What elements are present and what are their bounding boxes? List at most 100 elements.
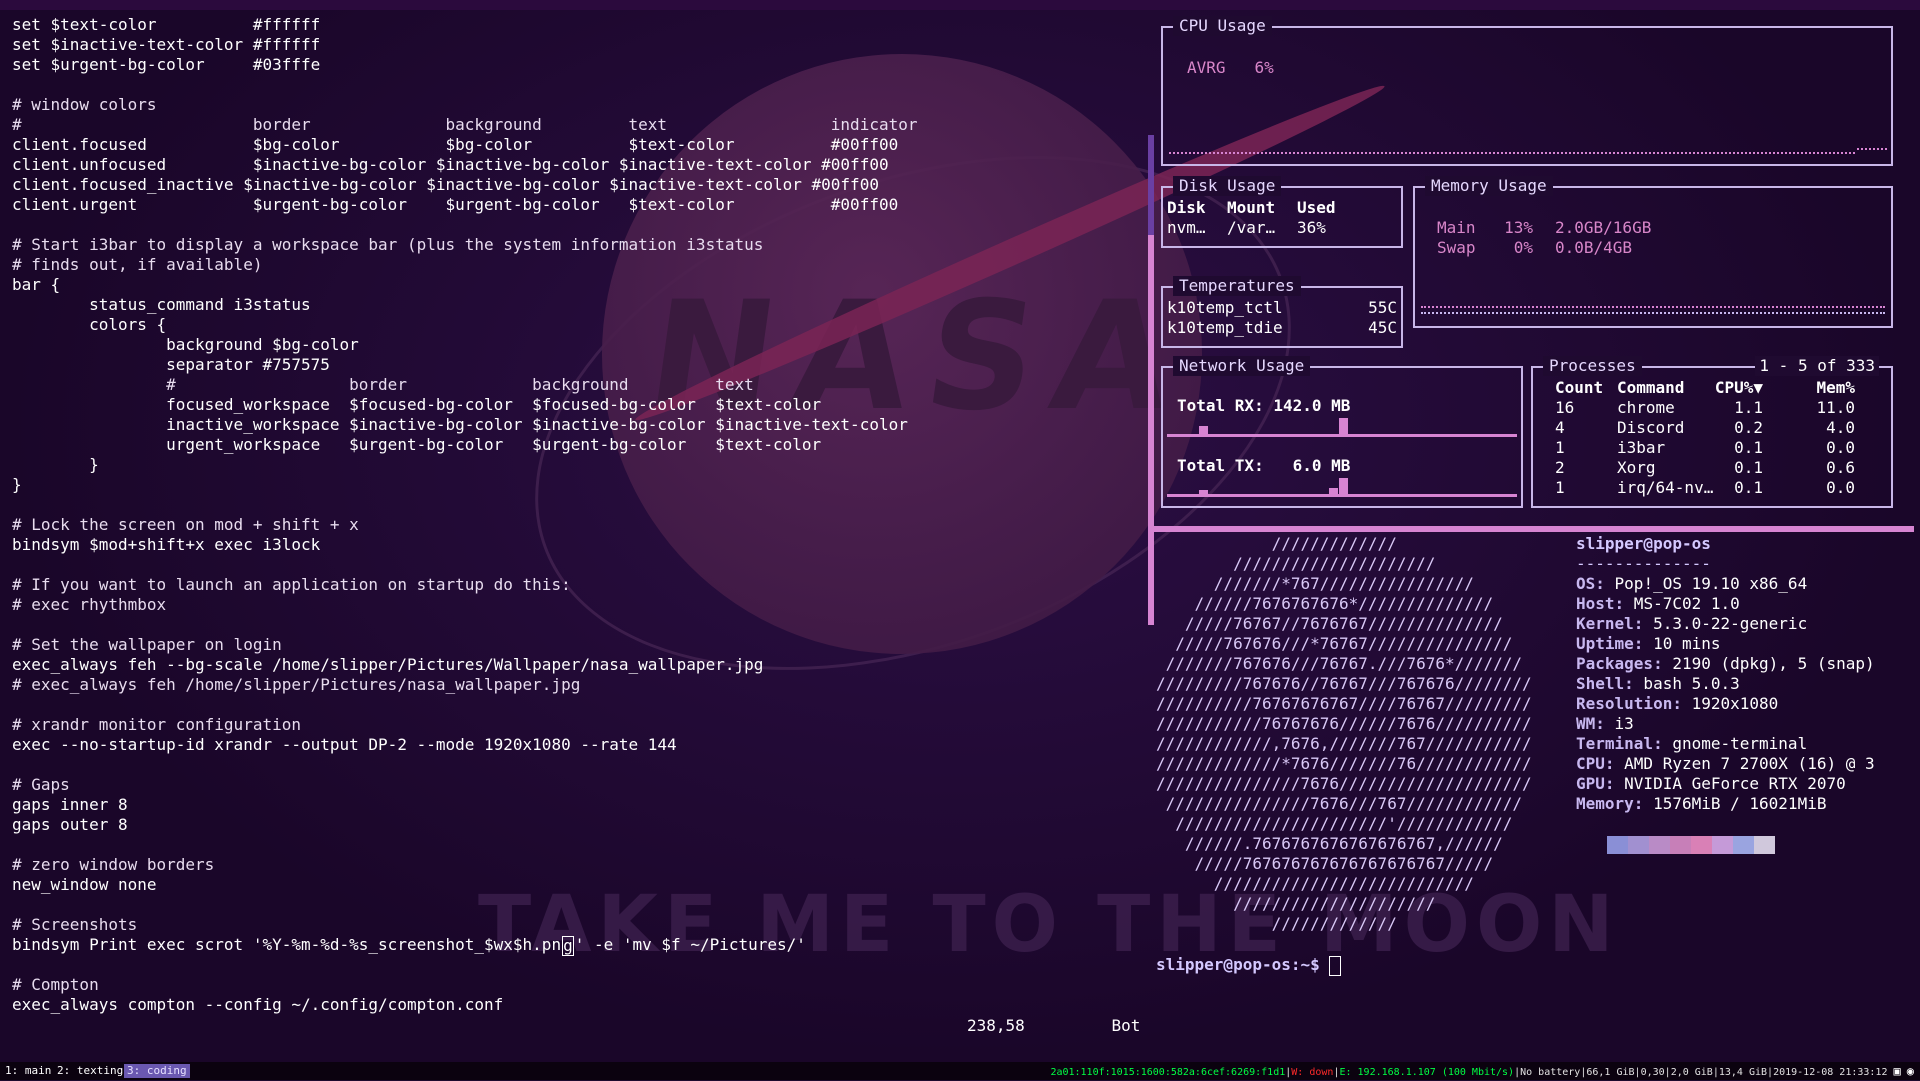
vim-editor[interactable]: set $text-color #ffffff set $inactive-tex… bbox=[12, 15, 1152, 1045]
process-cell: 0.1 bbox=[1734, 458, 1763, 477]
disk-row-disk: nvm… bbox=[1167, 218, 1206, 237]
process-cell: chrome bbox=[1617, 398, 1675, 417]
neofetch-info-row: Host: MS-7C02 1.0 bbox=[1576, 594, 1875, 614]
neofetch-info: slipper@pop-os -------------- OS: Pop!_O… bbox=[1576, 534, 1875, 814]
cpu-usage-title: CPU Usage bbox=[1173, 16, 1272, 36]
tray-chat-icon[interactable]: ▣ bbox=[1894, 1064, 1901, 1078]
workspace-main[interactable]: 1: main bbox=[2, 1064, 54, 1078]
neofetch-info-value: 1920x1080 bbox=[1681, 694, 1779, 713]
neofetch-info-value: bash 5.0.3 bbox=[1633, 674, 1740, 693]
neofetch-info-row: Shell: bash 5.0.3 bbox=[1576, 674, 1875, 694]
editor-line: separator #757575 bbox=[12, 355, 330, 374]
editor-line: # finds out, if available) bbox=[12, 255, 263, 274]
neofetch-info-row: WM: i3 bbox=[1576, 714, 1875, 734]
status-ethernet: E: 192.168.1.107 (100 Mbit/s) bbox=[1339, 1067, 1515, 1078]
memory-main-amount: 2.0GB/16GB bbox=[1555, 218, 1652, 237]
neofetch-info-value: 1576MiB / 16021MiB bbox=[1643, 794, 1827, 813]
editor-line: exec_always feh --bg-scale /home/slipper… bbox=[12, 655, 764, 674]
workspace-coding[interactable]: 3: coding bbox=[124, 1064, 190, 1078]
process-cell: 1 bbox=[1555, 438, 1565, 457]
process-cell: Xorg bbox=[1617, 458, 1656, 477]
workspace-texting[interactable]: 2: texting bbox=[54, 1064, 126, 1078]
processes-panel: Processes 1 - 5 of 333 Count Command CPU%▼… bbox=[1531, 356, 1893, 508]
editor-line: # Compton bbox=[12, 975, 99, 994]
network-rx-spike-2 bbox=[1339, 418, 1348, 436]
editor-line: } bbox=[12, 475, 22, 494]
neofetch-info-value: AMD Ryzen 7 2700X (16) @ 3 bbox=[1614, 754, 1875, 773]
neofetch-info-key: Memory: bbox=[1576, 794, 1644, 813]
top-border bbox=[0, 0, 1920, 10]
status-load: 0,30 bbox=[1640, 1067, 1665, 1078]
neofetch-info-value: 10 mins bbox=[1643, 634, 1721, 653]
temp-value-tctl: 55C bbox=[1368, 298, 1397, 317]
network-tx-spike-1 bbox=[1199, 490, 1208, 496]
neofetch-info-row: CPU: AMD Ryzen 7 2700X (16) @ 3 bbox=[1576, 754, 1875, 774]
neofetch-logo-line: //////////////////////'//////////// bbox=[1156, 814, 1513, 833]
cpu-usage-panel: CPU Usage AVRG 6% bbox=[1161, 16, 1893, 166]
memory-main-graph bbox=[1421, 306, 1885, 308]
processes-title: Processes bbox=[1543, 356, 1642, 376]
scroll-indicator: Bot bbox=[1111, 1016, 1141, 1035]
neofetch-info-key: CPU: bbox=[1576, 754, 1615, 773]
neofetch-info-key: Resolution: bbox=[1576, 694, 1682, 713]
process-header[interactable]: Count bbox=[1555, 378, 1603, 398]
neofetch-logo-line: //////////76767676767////76767///////// bbox=[1156, 694, 1532, 713]
horizontal-divider[interactable] bbox=[1154, 526, 1914, 532]
memory-main-pct: 13% bbox=[1504, 218, 1533, 237]
disk-header-used: Used bbox=[1297, 198, 1336, 217]
terminal-prompt-text: slipper@pop-os:~$ bbox=[1156, 955, 1330, 974]
neofetch-info-value: 2190 (dpkg), 5 (snap) bbox=[1662, 654, 1875, 673]
process-cell: 16 bbox=[1555, 398, 1575, 417]
cpu-avrg-label: AVRG 6% bbox=[1187, 58, 1274, 77]
vim-status-line: 238,58 Bot bbox=[967, 1016, 1140, 1036]
neofetch-info-key: Shell: bbox=[1576, 674, 1634, 693]
temperatures-title: Temperatures bbox=[1173, 276, 1301, 296]
temperatures-panel: Temperatures k10temp_tctl 55C k10temp_td… bbox=[1161, 276, 1403, 348]
color-swatch bbox=[1607, 836, 1628, 854]
editor-line: exec --no-startup-id xrandr --output DP-… bbox=[12, 735, 677, 754]
neofetch-info-row: Memory: 1576MiB / 16021MiB bbox=[1576, 794, 1875, 814]
status-battery: No battery bbox=[1520, 1067, 1581, 1078]
cpu-graph-spike bbox=[1857, 148, 1887, 150]
neofetch-logo-line: ///////////// bbox=[1156, 914, 1397, 933]
editor-line: # Gaps bbox=[12, 775, 70, 794]
editor-line: set $text-color #ffffff bbox=[12, 15, 321, 34]
memory-swap-pct: 0% bbox=[1513, 238, 1533, 257]
memory-main-label: Main bbox=[1437, 218, 1476, 237]
disk-usage-panel: Disk Usage Disk Mount Used nvm… /var… 36… bbox=[1161, 176, 1403, 248]
neofetch-info-value: NVIDIA GeForce RTX 2070 bbox=[1614, 774, 1846, 793]
editor-line: bindsym Print exec scrot '%Y-%m-%d-%s_sc… bbox=[12, 935, 1152, 956]
process-cell: 1 bbox=[1555, 478, 1565, 497]
editor-line: client.focused_inactive $inactive-bg-col… bbox=[12, 175, 879, 194]
color-swatch bbox=[1733, 836, 1754, 854]
neofetch-info-value: i3 bbox=[1604, 714, 1634, 733]
disk-row-mount: /var… bbox=[1227, 218, 1276, 237]
neofetch-logo-line: //////.7676767676767676767,////// bbox=[1156, 834, 1503, 853]
process-header[interactable]: Mem% bbox=[1795, 378, 1855, 398]
editor-line: # border background text bbox=[12, 375, 754, 394]
neofetch-logo-line: //////7676767676*////////////// bbox=[1156, 594, 1494, 613]
terminal-prompt[interactable]: slipper@pop-os:~$ bbox=[1156, 955, 1342, 976]
network-tx-spike-2 bbox=[1329, 488, 1338, 496]
neofetch-info-key: WM: bbox=[1576, 714, 1605, 733]
neofetch-info-key: Host: bbox=[1576, 594, 1625, 613]
cpu-graph-line bbox=[1169, 152, 1855, 154]
neofetch-info-key: Terminal: bbox=[1576, 734, 1663, 753]
network-tx-spike-3 bbox=[1339, 478, 1348, 496]
editor-line: # exec_always feh /home/slipper/Pictures… bbox=[12, 675, 581, 694]
editor-line: # Screenshots bbox=[12, 915, 138, 934]
neofetch-logo-line: ///////////// bbox=[1156, 534, 1397, 553]
editor-line: # window colors bbox=[12, 95, 157, 114]
process-cell: 0.6 bbox=[1826, 458, 1855, 477]
process-header[interactable]: Command bbox=[1617, 378, 1684, 398]
cpu-avrg-value: 6% bbox=[1254, 58, 1274, 77]
process-header[interactable]: CPU%▼ bbox=[1713, 378, 1763, 398]
tray-discord-icon[interactable]: ◉ bbox=[1907, 1064, 1914, 1078]
memory-swap-graph bbox=[1421, 312, 1885, 314]
editor-line: # zero window borders bbox=[12, 855, 215, 874]
